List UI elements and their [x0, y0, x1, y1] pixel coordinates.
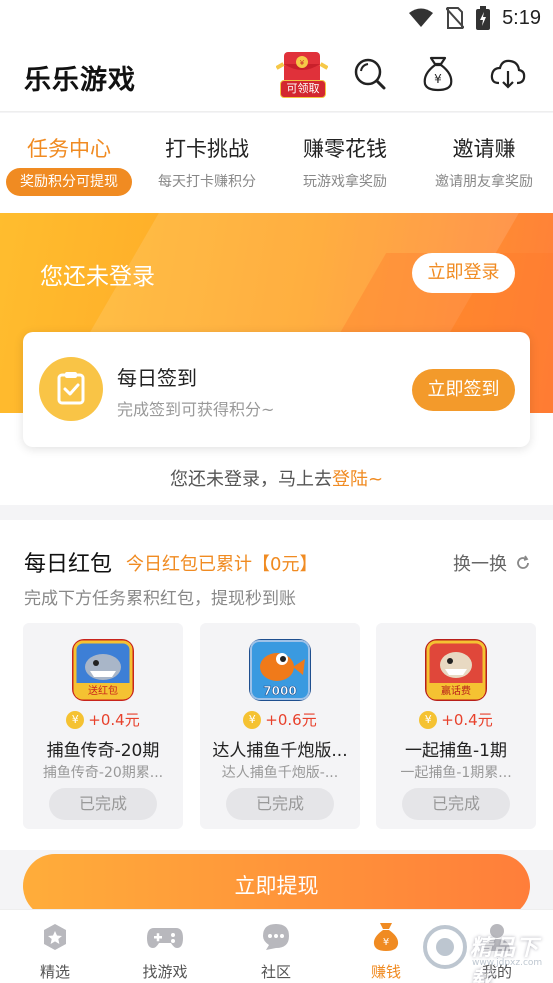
swap-label: 换一换 — [453, 554, 507, 575]
tab-checkin-challenge[interactable]: 打卡挑战 每天打卡赚积分 — [138, 113, 276, 213]
tab-subtitle: 邀请朋友拿奖励 — [435, 174, 533, 190]
tab-task-center[interactable]: 任务中心 奖励积分可提现 — [0, 113, 138, 213]
app-title: 乐乐游戏 — [24, 65, 136, 96]
reward-row: ¥ +0.4元 — [376, 709, 536, 730]
red-packet-claim-label[interactable]: 可领取 — [280, 80, 326, 98]
login-notice-text: 您还未登录，马上去 — [169, 469, 332, 490]
fishing-game-icon: 送红包 — [72, 639, 134, 701]
signin-subtitle: 完成签到可获得积分~ — [117, 400, 275, 419]
task-cards: 送红包 ¥ +0.4元 捕鱼传奇-20期 捕鱼传奇-20期累... 已完成 70… — [23, 623, 536, 829]
login-notice: 您还未登录，马上去登陆~ — [0, 465, 553, 491]
reward-amount: +0.4元 — [441, 711, 493, 729]
watermark-text: 精品下载 — [470, 936, 540, 983]
money-bag-icon: ¥ — [373, 923, 399, 951]
refresh-icon — [517, 555, 529, 569]
nav-label: 找游戏 — [142, 963, 188, 981]
game-name: 一起捕鱼-1期 — [405, 741, 507, 761]
section-subtitle: 完成下方任务累积红包，提现秒到账 — [24, 589, 296, 609]
tab-title: 任务中心 — [27, 137, 111, 161]
tab-invite[interactable]: 邀请赚 邀请朋友拿奖励 — [415, 113, 553, 213]
nav-label: 精选 — [39, 963, 70, 981]
game-desc: 达人捕鱼千炮版-... — [221, 765, 339, 781]
reward-amount: +0.4元 — [88, 711, 140, 729]
svg-text:送红包: 送红包 — [88, 684, 118, 697]
completed-button[interactable]: 已完成 — [49, 788, 157, 820]
tab-title: 邀请赚 — [452, 137, 516, 161]
task-card[interactable]: 7000 ¥ +0.6元 达人捕鱼千炮版... 达人捕鱼千炮版-... 已完成 — [200, 623, 360, 829]
fishing-game-icon: 赢话费 — [425, 639, 487, 701]
completed-button[interactable]: 已完成 — [402, 788, 510, 820]
reward-amount: +0.6元 — [265, 711, 317, 729]
tab-title: 打卡挑战 — [165, 137, 249, 161]
task-card[interactable]: 送红包 ¥ +0.4元 捕鱼传奇-20期 捕鱼传奇-20期累... 已完成 — [23, 623, 183, 829]
chat-bubble-icon — [263, 924, 289, 950]
money-bag-icon[interactable]: ¥ — [418, 54, 458, 94]
tab-pocket-money[interactable]: 赚零花钱 玩游戏拿奖励 — [276, 113, 414, 213]
top-tabs: 任务中心 奖励积分可提现 打卡挑战 每天打卡赚积分 赚零花钱 玩游戏拿奖励 邀请… — [0, 113, 553, 213]
completed-button[interactable]: 已完成 — [226, 788, 334, 820]
wifi-icon — [409, 8, 434, 27]
clipboard-check-icon — [57, 372, 85, 405]
tab-subtitle: 每天打卡赚积分 — [158, 174, 256, 190]
search-icon[interactable] — [350, 54, 390, 94]
login-hero: 您还未登录 立即登录 每日签到 完成签到可获得积分~ 立即签到 您还未登录，马上… — [0, 213, 553, 505]
app-header: 乐乐游戏 ¥ 可领取 ¥ — [0, 38, 553, 112]
star-icon — [44, 924, 66, 950]
site-watermark: 精品下载 www.jdpxz.com — [420, 918, 553, 983]
swap-button[interactable]: 换一换 — [453, 550, 531, 576]
login-link[interactable]: 登陆~ — [332, 469, 383, 490]
gamepad-icon — [147, 928, 183, 948]
svg-text:¥: ¥ — [434, 72, 442, 86]
svg-text:赢话费: 赢话费 — [441, 684, 471, 697]
watermark-logo-icon — [423, 925, 467, 969]
not-logged-in-text: 您还未登录 — [40, 264, 155, 290]
no-sim-icon — [446, 7, 465, 29]
game-name: 捕鱼传奇-20期 — [46, 741, 160, 761]
svg-text:7000: 7000 — [263, 684, 296, 698]
section-title: 每日红包 — [24, 552, 113, 577]
nav-item-find-games[interactable]: 找游戏 — [110, 910, 220, 983]
login-button[interactable]: 立即登录 — [412, 253, 515, 293]
daily-red-packet-section: 每日红包 今日红包已累计【0元】 换一换 完成下方任务累积红包，提现秒到账 送红… — [0, 520, 553, 850]
tab-subtitle: 玩游戏拿奖励 — [303, 174, 387, 190]
game-desc: 一起捕鱼-1期累... — [400, 765, 512, 781]
nav-label: 社区 — [260, 963, 291, 981]
nav-item-community[interactable]: 社区 — [221, 910, 331, 983]
watermark-url: www.jdpxz.com — [472, 958, 543, 968]
svg-text:¥: ¥ — [383, 937, 389, 948]
game-name: 达人捕鱼千炮版... — [212, 741, 348, 761]
cloud-download-icon[interactable] — [488, 54, 528, 94]
coin-icon: ¥ — [419, 710, 438, 729]
coin-icon: ¥ — [66, 710, 85, 729]
game-desc: 捕鱼传奇-20期累... — [42, 765, 164, 781]
daily-signin-card: 每日签到 完成签到可获得积分~ 立即签到 — [23, 332, 530, 447]
status-icons: 5:19 — [408, 6, 541, 30]
signin-badge — [39, 357, 103, 421]
svg-text:¥: ¥ — [300, 59, 305, 67]
daily-total: 今日红包已累计【0元】 — [126, 554, 318, 575]
signin-title: 每日签到 — [117, 366, 197, 390]
status-time: 5:19 — [502, 6, 541, 29]
reward-row: ¥ +0.4元 — [23, 709, 183, 730]
coin-icon: ¥ — [243, 710, 262, 729]
status-bar: 5:19 — [0, 0, 553, 38]
signin-button[interactable]: 立即签到 — [412, 369, 515, 411]
tab-subtitle: 奖励积分可提现 — [6, 168, 132, 196]
reward-row: ¥ +0.6元 — [200, 709, 360, 730]
nav-item-featured[interactable]: 精选 — [0, 910, 110, 983]
task-card[interactable]: 赢话费 ¥ +0.4元 一起捕鱼-1期 一起捕鱼-1期累... 已完成 — [376, 623, 536, 829]
tab-title: 赚零花钱 — [303, 137, 387, 161]
battery-icon — [476, 6, 491, 30]
fishing-game-icon: 7000 — [249, 639, 311, 701]
